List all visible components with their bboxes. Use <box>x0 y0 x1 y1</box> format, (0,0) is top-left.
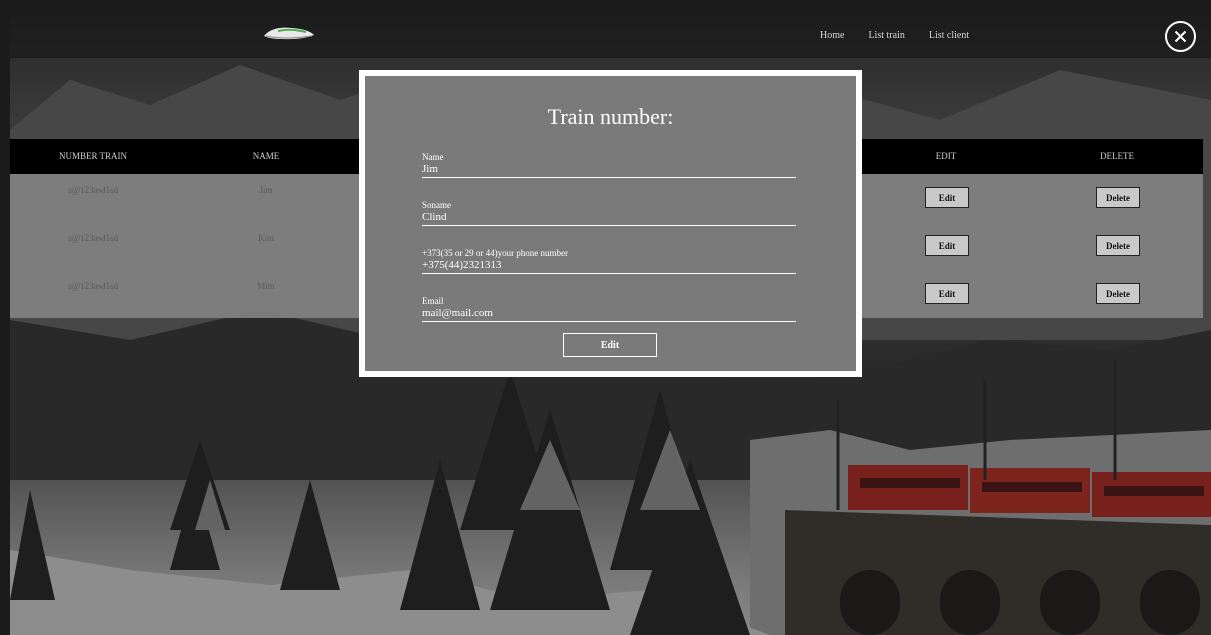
cell-name: Mim <box>257 281 275 291</box>
name-input[interactable]: Jim <box>422 163 796 175</box>
nav-list-client-link[interactable]: List client <box>929 30 969 41</box>
header-edit: EDIT <box>935 151 957 161</box>
name-field[interactable]: Name Jim <box>422 152 796 178</box>
nav-home-link[interactable]: Home <box>820 30 844 41</box>
name-label: Name <box>422 152 444 162</box>
delete-button[interactable]: Delete <box>1096 187 1140 208</box>
soname-input[interactable]: Clind <box>422 211 796 223</box>
header-name: NAME <box>252 151 280 161</box>
delete-button[interactable]: Delete <box>1096 235 1140 256</box>
cell-number-train: a@123asd1sd <box>67 233 119 243</box>
nav-list-train-link[interactable]: List train <box>868 30 904 41</box>
phone-label: +373(35 or 29 or 44)your phone number <box>422 248 569 258</box>
edit-modal: Train number: Name Jim Soname Clind +373… <box>359 70 862 377</box>
email-label: Email <box>422 296 444 306</box>
header-delete: DELETE <box>1100 151 1134 161</box>
field-underline <box>422 321 796 322</box>
soname-label: Soname <box>422 200 451 210</box>
navbar: Home List train List client <box>10 10 1211 58</box>
cell-name: Kim <box>257 233 275 243</box>
delete-button[interactable]: Delete <box>1096 283 1140 304</box>
email-input[interactable]: mail@mail.com <box>422 307 796 319</box>
cell-name: Jim <box>259 185 273 195</box>
edit-button[interactable]: Edit <box>925 283 969 304</box>
phone-input[interactable]: +375(44)2321313 <box>422 259 796 271</box>
train-logo-icon[interactable] <box>262 24 316 44</box>
soname-field[interactable]: Soname Clind <box>422 200 796 226</box>
close-icon[interactable] <box>1165 21 1196 52</box>
phone-field[interactable]: +373(35 or 29 or 44)your phone number +3… <box>422 248 796 274</box>
modal-title: Train number: <box>547 104 674 129</box>
nav-links: Home List train List client <box>820 30 993 41</box>
field-underline <box>422 225 796 226</box>
edit-button[interactable]: Edit <box>925 235 969 256</box>
field-underline <box>422 273 796 274</box>
field-underline <box>422 177 796 178</box>
email-field[interactable]: Email mail@mail.com <box>422 296 796 322</box>
cell-number-train: a@123asd1sd <box>67 185 119 195</box>
edit-submit-button[interactable]: Edit <box>563 333 657 357</box>
header-number-train: NUMBER TRAIN <box>58 151 128 161</box>
edit-button[interactable]: Edit <box>925 187 969 208</box>
cell-number-train: a@123asd1sd <box>67 281 119 291</box>
